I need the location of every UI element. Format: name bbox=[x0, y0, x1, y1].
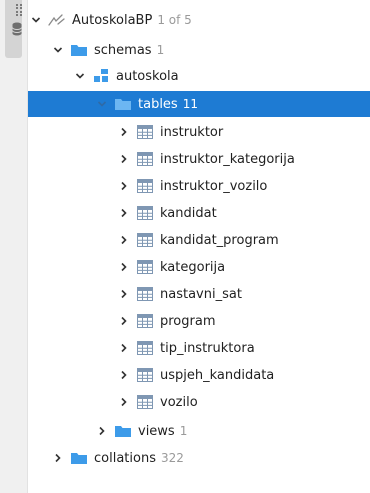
table-node[interactable]: tip_instruktora bbox=[28, 335, 370, 361]
collations-label: collations bbox=[94, 450, 156, 466]
table-label: program bbox=[160, 313, 216, 329]
chevron-right-icon[interactable] bbox=[116, 367, 132, 383]
connection-icon bbox=[48, 12, 66, 28]
collations-count: 322 bbox=[160, 451, 184, 465]
table-label: kandidat bbox=[160, 205, 217, 221]
chevron-right-icon[interactable] bbox=[116, 286, 132, 302]
chevron-right-icon[interactable] bbox=[116, 313, 132, 329]
table-node[interactable]: uspjeh_kandidata bbox=[28, 362, 370, 388]
table-icon bbox=[136, 340, 154, 356]
chevron-right-icon[interactable] bbox=[116, 232, 132, 248]
tree-node-tables[interactable]: tables 11 bbox=[28, 91, 370, 117]
table-label: uspjeh_kandidata bbox=[160, 367, 275, 383]
chevron-right-icon[interactable] bbox=[94, 423, 110, 439]
table-label: kandidat_program bbox=[160, 232, 279, 248]
folder-icon bbox=[70, 450, 88, 466]
views-count: 1 bbox=[179, 424, 188, 438]
table-label: vozilo bbox=[160, 394, 198, 410]
table-icon bbox=[136, 151, 154, 167]
grip-handle[interactable] bbox=[16, 4, 22, 16]
table-icon bbox=[136, 367, 154, 383]
table-label: tip_instruktora bbox=[160, 340, 255, 356]
chevron-right-icon[interactable] bbox=[116, 151, 132, 167]
folder-icon bbox=[114, 423, 132, 439]
table-node[interactable]: kategorija bbox=[28, 254, 370, 280]
table-label: nastavni_sat bbox=[160, 286, 242, 302]
table-icon bbox=[136, 394, 154, 410]
schema-label: autoskola bbox=[116, 68, 179, 84]
tree-node-connection[interactable]: AutoskolaBP 1 of 5 bbox=[28, 7, 370, 33]
tree-node-collations[interactable]: collations 322 bbox=[28, 445, 370, 471]
chevron-right-icon[interactable] bbox=[50, 450, 66, 466]
tree-node-schemas[interactable]: schemas 1 bbox=[28, 37, 370, 63]
chevron-right-icon[interactable] bbox=[116, 205, 132, 221]
tree-node-schema-autoskola[interactable]: autoskola bbox=[28, 63, 370, 89]
table-icon bbox=[136, 313, 154, 329]
table-icon bbox=[136, 178, 154, 194]
tables-label: tables bbox=[138, 96, 178, 112]
database-icon[interactable] bbox=[12, 22, 22, 36]
chevron-right-icon[interactable] bbox=[116, 178, 132, 194]
table-node[interactable]: instruktor bbox=[28, 119, 370, 145]
table-label: instruktor_vozilo bbox=[160, 178, 268, 194]
panel-tab[interactable] bbox=[5, 0, 22, 58]
connection-count: 1 of 5 bbox=[157, 13, 192, 27]
views-label: views bbox=[138, 423, 175, 439]
schemas-label: schemas bbox=[94, 42, 152, 58]
chevron-right-icon[interactable] bbox=[116, 259, 132, 275]
tables-count: 11 bbox=[182, 97, 198, 111]
table-node[interactable]: instruktor_vozilo bbox=[28, 173, 370, 199]
schemas-count: 1 bbox=[156, 43, 165, 57]
table-icon bbox=[136, 232, 154, 248]
left-tool-strip bbox=[0, 0, 28, 493]
connection-label: AutoskolaBP bbox=[72, 12, 153, 28]
table-node[interactable]: kandidat bbox=[28, 200, 370, 226]
table-node[interactable]: nastavni_sat bbox=[28, 281, 370, 307]
folder-icon bbox=[70, 42, 88, 58]
table-label: instruktor bbox=[160, 124, 224, 140]
table-icon bbox=[136, 205, 154, 221]
tree-node-views[interactable]: views 1 bbox=[28, 418, 370, 444]
chevron-right-icon[interactable] bbox=[116, 394, 132, 410]
chevron-down-icon[interactable] bbox=[28, 12, 44, 28]
chevron-down-icon[interactable] bbox=[50, 42, 66, 58]
chevron-down-icon[interactable] bbox=[94, 96, 110, 112]
table-node[interactable]: kandidat_program bbox=[28, 227, 370, 253]
table-label: kategorija bbox=[160, 259, 226, 275]
schema-icon bbox=[92, 68, 110, 84]
folder-icon bbox=[114, 96, 132, 112]
table-node[interactable]: vozilo bbox=[28, 389, 370, 415]
chevron-right-icon[interactable] bbox=[116, 124, 132, 140]
chevron-right-icon[interactable] bbox=[116, 340, 132, 356]
chevron-down-icon[interactable] bbox=[72, 68, 88, 84]
table-icon bbox=[136, 286, 154, 302]
table-label: instruktor_kategorija bbox=[160, 151, 295, 167]
table-icon bbox=[136, 124, 154, 140]
table-node[interactable]: program bbox=[28, 308, 370, 334]
table-node[interactable]: instruktor_kategorija bbox=[28, 146, 370, 172]
table-icon bbox=[136, 259, 154, 275]
